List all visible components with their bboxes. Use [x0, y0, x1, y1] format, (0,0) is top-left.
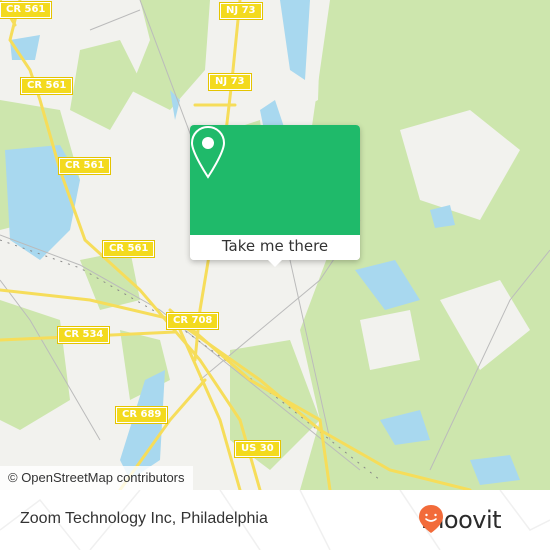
moovit-logo[interactable]: moovit — [418, 504, 502, 536]
road-label-cr-708: CR 708 — [165, 312, 220, 330]
popup-tail — [267, 259, 283, 267]
road-label-cr-561: CR 561 — [57, 157, 112, 175]
road-label-us-30: US 30 — [234, 440, 281, 458]
road-label-cr-689: CR 689 — [114, 406, 169, 424]
footer: Zoom Technology Inc, Philadelphia moovit — [0, 490, 550, 550]
road-label-nj-73: NJ 73 — [208, 73, 252, 91]
map-attribution[interactable]: © OpenStreetMap contributors — [0, 466, 193, 490]
road-label-cr-561: CR 561 — [19, 77, 74, 95]
road-label-cr-534: CR 534 — [56, 326, 111, 344]
map[interactable]: CR 561 CR 561 CR 561 CR 561 NJ 73 NJ 73 … — [0, 0, 550, 490]
place-name: Zoom Technology Inc, Philadelphia — [20, 510, 268, 527]
moovit-pin-icon — [419, 505, 443, 533]
popup-header — [190, 125, 360, 235]
road-label-nj-73: NJ 73 — [219, 2, 263, 20]
map-pin-icon — [190, 125, 226, 179]
take-me-there-button[interactable]: Take me there — [190, 235, 360, 260]
road-label-cr-561: CR 561 — [101, 240, 156, 258]
location-popup: Take me there — [190, 125, 360, 267]
road-label-cr-561: CR 561 — [0, 1, 53, 19]
